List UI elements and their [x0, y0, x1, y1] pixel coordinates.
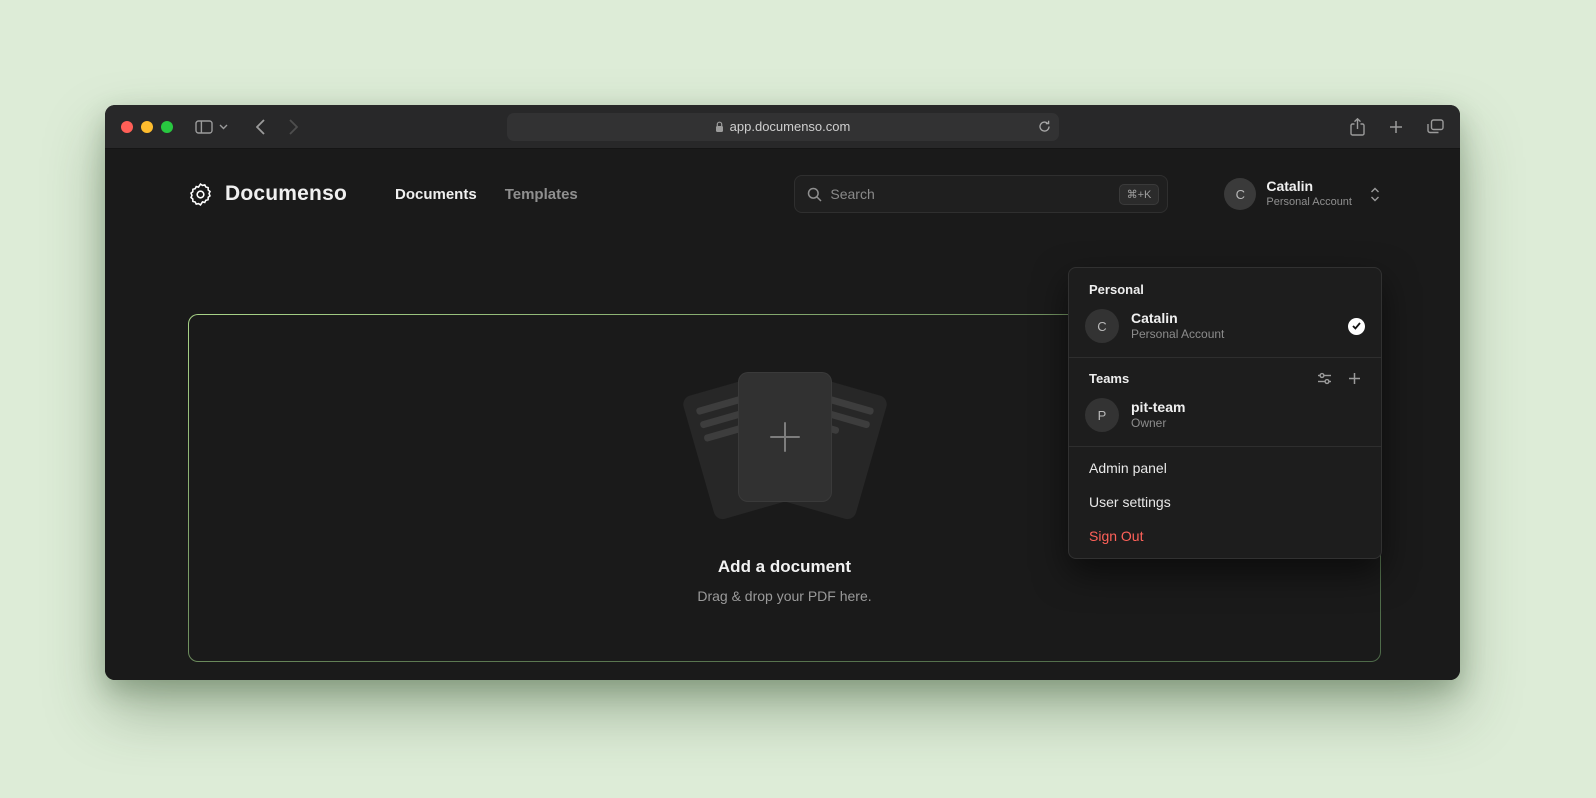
close-button[interactable]: [121, 121, 133, 133]
team-name: pit-team: [1131, 398, 1365, 416]
minimize-button[interactable]: [141, 121, 153, 133]
search-input[interactable]: [830, 186, 1110, 202]
main-nav: Documents Templates: [395, 186, 578, 203]
menu-item-admin-panel[interactable]: Admin panel: [1069, 451, 1381, 485]
document-card-center: [739, 373, 831, 501]
back-icon[interactable]: [256, 119, 265, 135]
nav-documents[interactable]: Documents: [395, 186, 477, 203]
documents-illustration: [675, 373, 895, 519]
menu-item-sign-out[interactable]: Sign Out: [1069, 519, 1381, 553]
manage-teams-icon[interactable]: [1317, 372, 1332, 385]
teams-section-heading: Teams: [1089, 371, 1129, 386]
teams-section-heading-row: Teams: [1069, 362, 1381, 392]
menu-divider: [1069, 357, 1381, 358]
documenso-logo-icon: [188, 182, 213, 207]
search-shortcut-badge: ⌘+K: [1119, 184, 1160, 205]
search-icon: [807, 187, 822, 202]
chevron-up-down-icon: [1370, 187, 1380, 202]
team-item[interactable]: P pit-team Owner: [1069, 392, 1381, 442]
url-text: app.documenso.com: [730, 119, 851, 134]
nav-templates[interactable]: Templates: [505, 186, 578, 203]
refresh-icon[interactable]: [1038, 120, 1051, 133]
app-header: Documenso Documents Templates ⌘+K C Cata…: [105, 149, 1460, 213]
account-avatar: C: [1224, 178, 1256, 210]
account-menu-trigger[interactable]: C Catalin Personal Account: [1224, 178, 1380, 210]
menu-item-user-settings[interactable]: User settings: [1069, 485, 1381, 519]
address-bar[interactable]: app.documenso.com: [507, 113, 1059, 141]
zoom-button[interactable]: [161, 121, 173, 133]
selected-check-icon: [1348, 318, 1365, 335]
share-icon[interactable]: [1350, 118, 1365, 136]
sidebar-toggle-icon[interactable]: [195, 120, 213, 134]
new-tab-icon[interactable]: [1389, 120, 1403, 134]
team-avatar: P: [1085, 398, 1119, 432]
personal-section-heading: Personal: [1069, 273, 1381, 303]
account-dropdown-menu: Personal C Catalin Personal Account Team…: [1068, 267, 1382, 559]
brand-name: Documenso: [225, 182, 347, 206]
account-name: Catalin: [1266, 178, 1352, 196]
personal-account-item[interactable]: C Catalin Personal Account: [1069, 303, 1381, 353]
tabs-overview-icon[interactable]: [1427, 119, 1444, 134]
lock-icon: [715, 121, 724, 133]
chevron-down-icon[interactable]: [219, 124, 228, 130]
team-role: Owner: [1131, 416, 1365, 432]
menu-divider: [1069, 446, 1381, 447]
personal-name: Catalin: [1131, 309, 1336, 327]
browser-window: app.documenso.com: [105, 105, 1460, 680]
app-content: Documenso Documents Templates ⌘+K C Cata…: [105, 149, 1460, 680]
dropzone-subtitle: Drag & drop your PDF here.: [697, 588, 871, 604]
add-team-icon[interactable]: [1348, 372, 1361, 385]
account-subtitle: Personal Account: [1266, 196, 1352, 210]
window-controls: [121, 121, 173, 133]
brand[interactable]: Documenso: [188, 182, 347, 207]
personal-subtitle: Personal Account: [1131, 327, 1336, 343]
plus-icon: [770, 422, 800, 452]
personal-avatar: C: [1085, 309, 1119, 343]
dropzone-title: Add a document: [718, 557, 851, 577]
forward-icon: [289, 119, 298, 135]
browser-toolbar: app.documenso.com: [105, 105, 1460, 149]
search-bar[interactable]: ⌘+K: [794, 175, 1168, 213]
